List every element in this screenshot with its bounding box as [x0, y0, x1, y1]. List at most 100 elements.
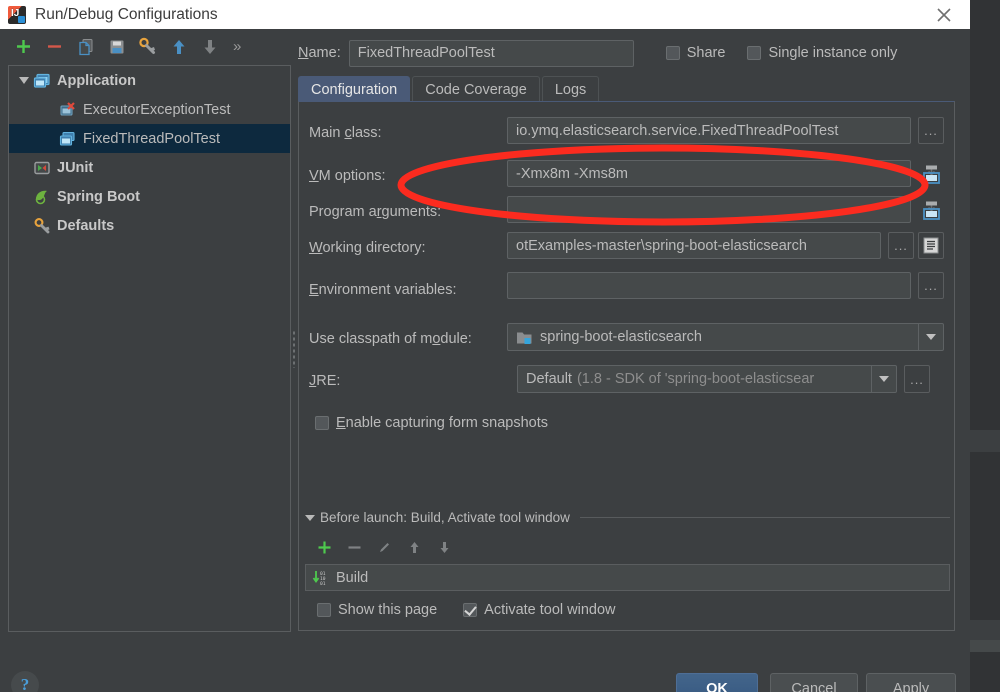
tree-node-label: Application: [57, 72, 136, 89]
expand-editor-icon[interactable]: [916, 159, 946, 189]
configuration-editor-panel: Name: Share Single instance only Configu…: [298, 29, 962, 692]
vm-options-label-row: VM options:: [309, 161, 386, 190]
add-configuration-button[interactable]: [10, 33, 37, 60]
tab-code-coverage[interactable]: Code Coverage: [412, 76, 540, 102]
name-row: Name: Share Single instance only: [298, 38, 962, 68]
close-icon[interactable]: [932, 3, 956, 27]
main-class-label: Main class:: [309, 124, 382, 141]
main-class-browse-button[interactable]: ...: [918, 117, 944, 144]
main-class-input[interactable]: io.ymq.elasticsearch.service.FixedThread…: [507, 117, 911, 144]
tab-logs[interactable]: Logs: [541, 76, 600, 102]
cancel-button[interactable]: Cancel: [770, 673, 858, 692]
form-snapshots-checkbox-box[interactable]: [315, 416, 329, 430]
configurations-tree[interactable]: Application ExecutorExceptionTest FixedT…: [8, 65, 291, 632]
twisty-right-icon[interactable]: [15, 217, 33, 235]
tree-node-junit[interactable]: JUnit: [9, 153, 290, 182]
dialog-title: Run/Debug Configurations: [35, 5, 218, 23]
single-instance-checkbox[interactable]: Single instance only: [747, 45, 897, 61]
application-icon: [59, 130, 77, 148]
use-classpath-combobox[interactable]: spring-boot-elasticsearch: [507, 323, 944, 351]
working-directory-browse-button[interactable]: ...: [888, 232, 914, 259]
apply-button[interactable]: Apply: [866, 673, 956, 692]
use-classpath-label: Use classpath of module:: [309, 330, 472, 347]
ide-background-strip: [970, 0, 1000, 430]
tab-configuration[interactable]: Configuration: [298, 76, 411, 102]
chevron-down-icon[interactable]: [871, 366, 896, 392]
move-task-up-button[interactable]: [399, 534, 429, 560]
show-this-page-checkbox[interactable]: Show this page: [317, 602, 437, 618]
activate-tool-window-checkbox[interactable]: Activate tool window: [463, 602, 616, 618]
save-icon[interactable]: [103, 33, 130, 60]
wrench-icon[interactable]: [134, 33, 161, 60]
vm-options-label: VM options:: [309, 167, 386, 184]
vm-options-input[interactable]: -Xmx8m -Xms8m: [507, 160, 911, 187]
twisty-right-icon[interactable]: [15, 159, 33, 177]
tree-node-executor-exception-test[interactable]: ExecutorExceptionTest: [9, 95, 290, 124]
ide-background-strip: [970, 652, 1000, 692]
jre-combobox[interactable]: Default (1.8 - SDK of 'spring-boot-elast…: [517, 365, 897, 393]
working-directory-label: Working directory:: [309, 239, 426, 256]
single-instance-label: Single instance only: [768, 45, 898, 61]
ide-background-strip: [970, 452, 1000, 620]
tree-node-defaults[interactable]: Defaults: [9, 211, 290, 240]
tree-node-label: ExecutorExceptionTest: [83, 101, 231, 118]
show-this-page-checkbox-box[interactable]: [317, 603, 331, 617]
before-launch-task-list[interactable]: 01 10 01 Build: [305, 564, 950, 591]
application-error-icon: [59, 101, 77, 119]
expand-editor-icon[interactable]: [916, 195, 946, 225]
environment-variables-browse-button[interactable]: ...: [918, 272, 944, 299]
arrow-up-icon[interactable]: [165, 33, 192, 60]
intellij-idea-icon: IJ: [8, 5, 26, 24]
remove-configuration-button[interactable]: [41, 33, 68, 60]
jre-label-row: JRE:: [309, 366, 340, 395]
environment-variables-label-row: Environment variables:: [309, 275, 457, 304]
splitter-grip-icon: [292, 330, 296, 368]
form-snapshots-checkbox[interactable]: Enable capturing form snapshots: [315, 415, 548, 431]
jre-browse-button[interactable]: ...: [904, 365, 930, 393]
activate-tool-window-checkbox-box[interactable]: [463, 603, 478, 617]
name-label: Name:: [298, 45, 341, 61]
jre-value-detail: (1.8 - SDK of 'spring-boot-elasticsear: [576, 371, 815, 387]
tree-node-label: FixedThreadPoolTest: [83, 130, 221, 147]
name-input[interactable]: [348, 39, 634, 67]
configurations-toolbar: »: [0, 29, 292, 64]
svg-text:01: 01: [320, 581, 326, 586]
tree-node-spring-boot[interactable]: Spring Boot: [9, 182, 290, 211]
use-classpath-value-wrap: spring-boot-elasticsearch: [508, 329, 918, 345]
defaults-wrench-icon: [33, 217, 51, 235]
before-launch-toolbar: [309, 534, 459, 560]
pencil-icon[interactable]: [369, 534, 399, 560]
single-instance-checkbox-box[interactable]: [747, 46, 762, 60]
twisty-down-icon[interactable]: [305, 514, 315, 521]
ide-background-strip: [970, 640, 1000, 652]
toolbar-overflow-button[interactable]: »: [233, 38, 243, 55]
arrow-down-icon[interactable]: [196, 33, 223, 60]
environment-variables-input[interactable]: [507, 272, 911, 299]
jre-value-default: Default: [526, 371, 572, 387]
tree-node-fixed-thread-pool-test[interactable]: FixedThreadPoolTest: [9, 124, 290, 153]
before-launch-divider: [579, 517, 950, 518]
share-checkbox[interactable]: Share: [665, 45, 725, 61]
twisty-down-icon[interactable]: [15, 72, 33, 90]
program-arguments-label: Program arguments:: [309, 203, 442, 220]
tree-node-application[interactable]: Application: [9, 66, 290, 95]
before-launch-header[interactable]: Before launch: Build, Activate tool wind…: [305, 510, 950, 525]
ide-background-strip: [970, 620, 1000, 640]
working-directory-input[interactable]: otExamples-master\spring-boot-elasticsea…: [507, 232, 881, 259]
move-task-down-button[interactable]: [429, 534, 459, 560]
chevron-down-icon[interactable]: [918, 324, 943, 350]
add-task-button[interactable]: [309, 534, 339, 560]
share-checkbox-box[interactable]: [665, 46, 680, 60]
copy-icon[interactable]: [72, 33, 99, 60]
program-arguments-input[interactable]: [507, 196, 911, 223]
before-launch-task-label: Build: [336, 569, 369, 586]
program-arguments-label-row: Program arguments:: [309, 197, 441, 226]
configuration-tab-panel: Main class: io.ymq.elasticsearch.service…: [298, 101, 955, 631]
remove-task-button[interactable]: [339, 534, 369, 560]
ok-button[interactable]: OK: [676, 673, 758, 692]
help-button[interactable]: ?: [11, 671, 39, 692]
twisty-right-icon[interactable]: [15, 188, 33, 206]
macros-list-icon[interactable]: [918, 232, 944, 259]
tree-node-label: Spring Boot: [57, 188, 140, 205]
panel-splitter[interactable]: [290, 65, 298, 632]
